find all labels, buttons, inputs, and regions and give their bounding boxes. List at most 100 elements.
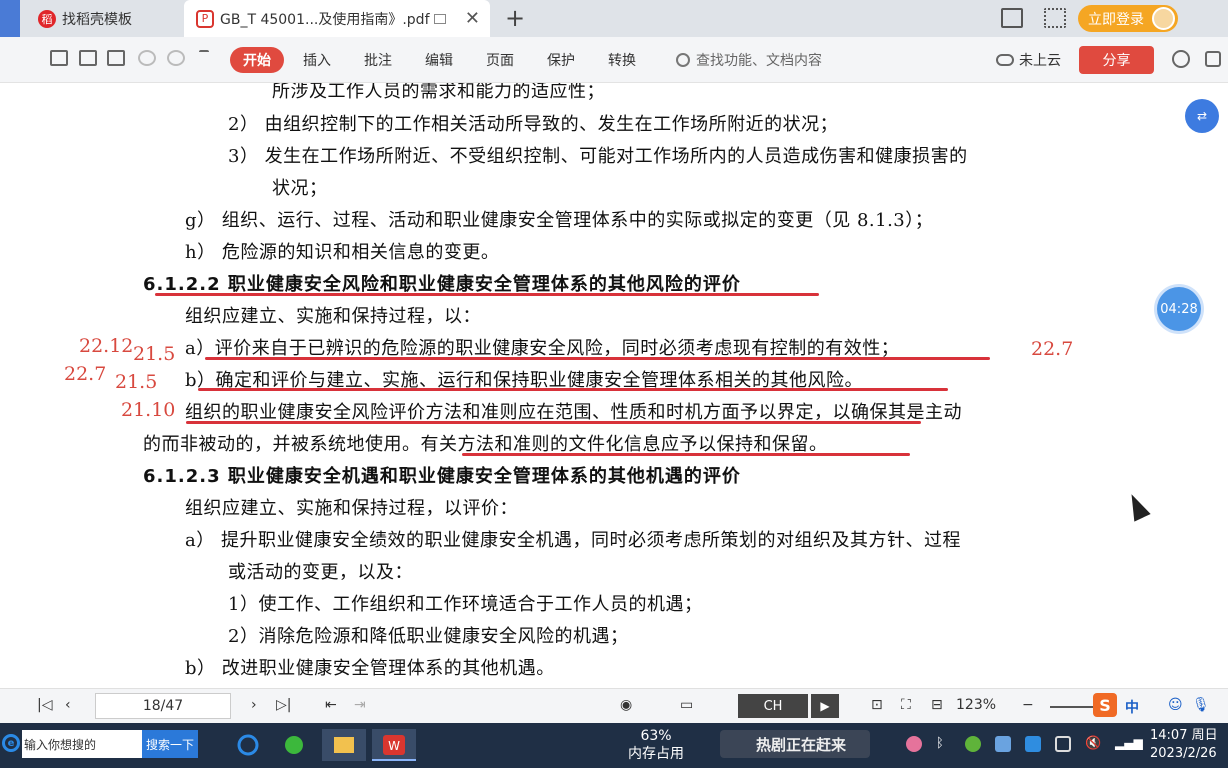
- doc-line: 3） 发生在工作场所附近、不受组织控制、可能对工作场所内的人员造成伤害和健康损害…: [228, 146, 968, 167]
- memory-percent: 63%: [640, 728, 672, 744]
- cloud-status[interactable]: 未上云: [996, 50, 1061, 70]
- zoom-level[interactable]: 123%: [956, 697, 996, 713]
- share-label: 分享: [1102, 53, 1131, 69]
- doc-line: a） 提升职业健康安全绩效的职业健康安全机遇，同时必须考虑所策划的对组织及其方针…: [185, 530, 961, 551]
- volume-muted-icon[interactable]: 🔇: [1085, 736, 1101, 752]
- system-clock[interactable]: 14:07 周日 2023/2/26: [1150, 727, 1218, 763]
- doc-line: 组织应建立、实施和保持过程，以评价：: [185, 498, 518, 519]
- emoji-icon[interactable]: ☺: [1168, 697, 1183, 713]
- doc-line: 2） 由组织控制下的工作相关活动所导致的、发生在工作场所附近的状况；: [228, 114, 839, 135]
- open-folder-icon[interactable]: [50, 50, 68, 66]
- window-restore-icon[interactable]: [1205, 51, 1221, 67]
- window-layout-icon[interactable]: [1001, 8, 1023, 28]
- print-icon[interactable]: [107, 50, 125, 66]
- tab-overflow-stub[interactable]: [0, 0, 20, 37]
- taskbar-search-button[interactable]: 搜索一下: [142, 730, 198, 758]
- undo-icon[interactable]: [138, 50, 156, 66]
- annotation-underline: [186, 421, 921, 424]
- app-tray-icon[interactable]: [1025, 736, 1041, 752]
- actual-size-icon[interactable]: ⊡: [871, 697, 883, 713]
- page-number-input[interactable]: 18/47: [95, 693, 231, 719]
- bluetooth-icon[interactable]: ᛒ: [936, 736, 952, 752]
- single-page-icon[interactable]: ▭: [680, 697, 693, 713]
- menu-protect[interactable]: 保护: [547, 50, 575, 70]
- gear-icon[interactable]: [1172, 50, 1190, 68]
- cloud-icon: [996, 54, 1014, 66]
- news-banner[interactable]: 热剧正在赶来: [720, 730, 870, 758]
- windows-taskbar: e 输入你想搜的 搜索一下 W 63% 内存占用 热剧正在赶来 ᛒ 🔇 ▂▄▆ …: [0, 723, 1228, 768]
- security-tray-icon[interactable]: [965, 736, 981, 752]
- file-explorer-icon[interactable]: [322, 729, 366, 761]
- menu-insert[interactable]: 插入: [303, 50, 331, 70]
- flower-tray-icon[interactable]: [906, 736, 922, 752]
- restore-icon[interactable]: [433, 13, 446, 24]
- doc-line: 1）使工作、工作组织和工作环境适合于工作人员的机遇；: [228, 594, 703, 615]
- annotation-underline: [462, 453, 910, 456]
- feature-search[interactable]: 查找功能、文档内容: [676, 50, 822, 70]
- annotation-underline: [198, 388, 948, 391]
- save-icon[interactable]: [79, 50, 97, 66]
- doc-line: b） 改进职业健康安全管理体系的其他机遇。: [185, 658, 555, 679]
- doc-line: 所涉及工作人员的需求和能力的适应性；: [272, 83, 605, 102]
- prev-page-icon[interactable]: ‹: [65, 697, 71, 713]
- title-bar: 稻 找稻壳模板 P GB_T 45001...及使用指南》.pdf ✕ + 立即…: [0, 0, 1228, 37]
- new-tab-button[interactable]: +: [505, 4, 525, 32]
- play-icon[interactable]: ▶: [811, 694, 839, 718]
- ie-icon[interactable]: e: [2, 734, 20, 752]
- svg-text:W: W: [388, 739, 400, 753]
- first-page-icon[interactable]: |◁: [37, 697, 52, 713]
- tab-docer-templates[interactable]: 稻 找稻壳模板: [26, 0, 182, 37]
- menu-annotate[interactable]: 批注: [364, 50, 392, 70]
- handwritten-note: 22.12: [79, 335, 134, 357]
- battery-icon[interactable]: [1055, 736, 1071, 752]
- zoom-slider[interactable]: [1050, 706, 1095, 708]
- fit-width-icon[interactable]: ⊟: [931, 697, 943, 713]
- doc-line: h） 危险源的知识和相关信息的变更。: [185, 242, 500, 263]
- redo-icon[interactable]: [167, 50, 185, 66]
- section-heading-6123: 6.1.2.3 职业健康安全机遇和职业健康安全管理体系的其他机遇的评价: [143, 466, 741, 487]
- ime-indicator[interactable]: CH: [738, 694, 808, 718]
- forward-icon[interactable]: ⇥: [354, 697, 366, 713]
- clock-time: 14:07 周日: [1150, 728, 1218, 743]
- back-icon[interactable]: ⇤: [325, 697, 337, 713]
- last-page-icon[interactable]: ▷|: [276, 697, 291, 713]
- annotation-underline: [205, 357, 990, 360]
- close-tab-icon[interactable]: ✕: [465, 8, 480, 29]
- tab-label: GB_T 45001...及使用指南》.pdf: [220, 11, 430, 28]
- menu-start[interactable]: 开始: [230, 47, 284, 73]
- doc-line: 组织应建立、实施和保持过程，以：: [185, 306, 481, 327]
- menu-convert[interactable]: 转换: [608, 50, 636, 70]
- menu-page[interactable]: 页面: [486, 50, 514, 70]
- docer-logo-icon: 稻: [38, 9, 56, 28]
- annotation-underline: [155, 293, 819, 296]
- eye-protect-icon[interactable]: ◉: [620, 697, 632, 713]
- translate-float-icon[interactable]: ⇄: [1185, 99, 1219, 133]
- fit-page-icon[interactable]: ⛶: [901, 697, 911, 713]
- doc-line: g） 组织、运行、过程、活动和职业健康安全管理体系中的实际或拟定的变更（见 8.…: [185, 210, 934, 231]
- zoom-out-icon[interactable]: −: [1022, 697, 1034, 713]
- doc-line: 2）消除危险源和降低职业健康安全风险的机遇；: [228, 626, 629, 647]
- wps-app-icon[interactable]: W: [372, 729, 416, 761]
- search-placeholder: 查找功能、文档内容: [696, 53, 822, 69]
- apps-grid-icon[interactable]: [1044, 8, 1066, 28]
- login-label: 立即登录: [1088, 11, 1144, 28]
- microphone-icon[interactable]: 🎙: [1192, 697, 1210, 713]
- menu-edit[interactable]: 编辑: [425, 50, 453, 70]
- recording-timer[interactable]: 04:28: [1157, 287, 1201, 331]
- sogou-ime-icon[interactable]: S: [1093, 693, 1117, 717]
- browser-app-icon[interactable]: [230, 729, 274, 761]
- ime-lang[interactable]: 中: [1125, 697, 1139, 717]
- next-page-icon[interactable]: ›: [251, 697, 257, 713]
- pdf-icon: P: [196, 9, 214, 28]
- login-button[interactable]: 立即登录: [1078, 5, 1178, 32]
- doc-line: 或活动的变更，以及：: [228, 562, 413, 583]
- taskbar-search-input[interactable]: 输入你想搜的: [22, 730, 142, 758]
- chevron-down-icon[interactable]: [199, 50, 209, 66]
- handwritten-note: 21.5: [133, 343, 176, 365]
- tab-pdf-document[interactable]: P GB_T 45001...及使用指南》.pdf ✕: [184, 0, 490, 37]
- share-button[interactable]: 分享: [1079, 46, 1154, 74]
- 360-browser-icon[interactable]: [276, 729, 320, 761]
- handwritten-note: 21.10: [121, 399, 176, 421]
- signal-icon[interactable]: ▂▄▆: [1115, 736, 1143, 752]
- network-tray-icon[interactable]: [995, 736, 1011, 752]
